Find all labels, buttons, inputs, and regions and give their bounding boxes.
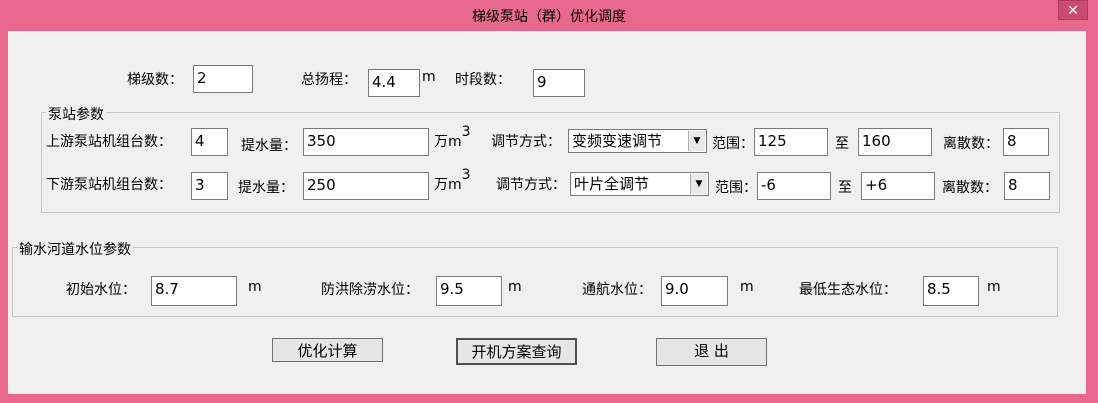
flood-level-input[interactable]: 9.5 — [436, 276, 502, 306]
downstream-range-from-input[interactable]: -6 — [757, 172, 831, 200]
downstream-mode-select[interactable]: 叶片全调节 ▼ — [570, 172, 709, 196]
nav-level-unit: m — [740, 279, 754, 295]
downstream-lift-label: 提水量： — [238, 180, 294, 196]
upstream-range-from-input[interactable]: 125 — [754, 128, 828, 156]
close-icon: ✕ — [1067, 3, 1079, 19]
cascade-input[interactable]: 2 — [193, 65, 253, 93]
downstream-mode-label: 调节方式： — [496, 177, 566, 193]
upstream-mode-label: 调节方式： — [491, 134, 561, 150]
downstream-units-label: 下游泵站机组台数： — [46, 177, 172, 193]
eco-level-unit: m — [987, 279, 1001, 295]
upstream-discrete-label: 离散数： — [943, 136, 999, 152]
flood-level-unit: m — [508, 279, 522, 295]
upstream-discrete-input[interactable]: 8 — [1003, 128, 1049, 156]
total-head-unit: m — [422, 69, 436, 85]
nav-level-label: 通航水位： — [582, 282, 652, 298]
pump-params-title: 泵站参数 — [46, 104, 106, 124]
upstream-mode-select[interactable]: 变频变速调节 ▼ — [568, 129, 707, 153]
flood-level-label: 防洪除涝水位： — [321, 282, 419, 298]
initial-level-input[interactable]: 8.7 — [151, 276, 237, 306]
upstream-units-label: 上游泵站机组台数： — [46, 134, 172, 150]
eco-level-label: 最低生态水位： — [799, 282, 897, 298]
dialog-body: 梯级数： 2 总扬程： 4.4 m 时段数： 9 泵站参数 上游泵站机组台数： … — [8, 31, 1086, 394]
upstream-lift-unit: 万m3 — [434, 124, 471, 150]
downstream-to-label: 至 — [838, 180, 852, 196]
upstream-range-label: 范围： — [712, 136, 754, 152]
total-head-input[interactable]: 4.4 — [368, 69, 420, 97]
downstream-discrete-input[interactable]: 8 — [1004, 172, 1050, 200]
eco-level-input[interactable]: 8.5 — [923, 276, 979, 306]
chevron-down-icon[interactable]: ▼ — [688, 131, 705, 151]
upstream-lift-input[interactable]: 350 — [303, 128, 429, 156]
total-head-label: 总扬程： — [301, 72, 357, 88]
downstream-range-label: 范围： — [715, 180, 757, 196]
title-bar: 梯级泵站（群）优化调度 ✕ — [0, 0, 1098, 30]
query-plan-button[interactable]: 开机方案查询 — [456, 338, 577, 365]
optimize-button[interactable]: 优化计算 — [272, 338, 383, 362]
upstream-to-label: 至 — [835, 136, 849, 152]
exit-button[interactable]: 退 出 — [656, 338, 767, 366]
downstream-discrete-label: 离散数： — [942, 180, 998, 196]
cascade-label: 梯级数： — [127, 72, 183, 88]
water-level-title: 输水河道水位参数 — [17, 239, 133, 259]
periods-input[interactable]: 9 — [533, 69, 585, 97]
periods-label: 时段数： — [455, 72, 511, 88]
initial-level-label: 初始水位： — [66, 282, 136, 298]
downstream-units-input[interactable]: 3 — [191, 172, 228, 200]
close-button[interactable]: ✕ — [1058, 0, 1088, 20]
upstream-units-input[interactable]: 4 — [191, 128, 228, 156]
initial-level-unit: m — [248, 279, 262, 295]
downstream-lift-input[interactable]: 250 — [303, 172, 429, 200]
chevron-down-icon[interactable]: ▼ — [690, 174, 707, 194]
upstream-lift-label: 提水量： — [241, 138, 297, 154]
nav-level-input[interactable]: 9.0 — [661, 276, 728, 306]
upstream-range-to-input[interactable]: 160 — [858, 128, 932, 156]
window-title: 梯级泵站（群）优化调度 — [472, 9, 626, 25]
downstream-lift-unit: 万m3 — [434, 167, 471, 193]
downstream-range-to-input[interactable]: +6 — [861, 172, 935, 200]
